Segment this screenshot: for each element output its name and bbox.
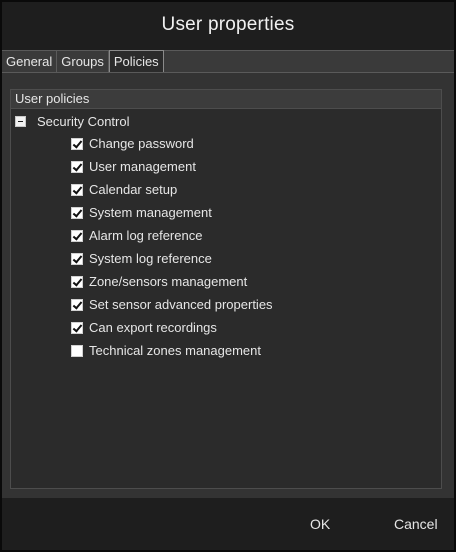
checkbox-checked[interactable] xyxy=(71,321,83,334)
policy-label: User management xyxy=(89,159,196,174)
checkbox-checked[interactable] xyxy=(71,298,83,311)
checkbox-unchecked[interactable] xyxy=(71,344,83,357)
tab-groups[interactable]: Groups xyxy=(57,51,109,73)
policy-item[interactable]: Can export recordings xyxy=(71,316,273,339)
policy-item[interactable]: Set sensor advanced properties xyxy=(71,293,273,316)
tab-general[interactable]: General xyxy=(2,51,58,73)
checkbox-checked[interactable] xyxy=(71,252,83,265)
policy-label: Technical zones management xyxy=(89,343,261,358)
checkbox-checked[interactable] xyxy=(71,206,83,219)
policy-label: System log reference xyxy=(89,251,212,266)
policy-item[interactable]: System management xyxy=(71,201,273,224)
policy-label: Calendar setup xyxy=(89,182,178,197)
title-bar: User properties xyxy=(2,2,454,48)
policy-item[interactable]: Change password xyxy=(71,132,273,155)
policy-item[interactable]: Calendar setup xyxy=(71,178,273,201)
panel-header: User policies xyxy=(11,90,441,109)
policy-label: Can export recordings xyxy=(89,320,217,335)
dialog-footer: OK Cancel xyxy=(2,498,454,550)
policy-item[interactable]: System log reference xyxy=(71,247,273,270)
checkbox-checked[interactable] xyxy=(71,137,83,150)
tree-node-security-control[interactable]: Security Control xyxy=(15,112,129,130)
policy-label: System management xyxy=(89,205,212,220)
policy-label: Zone/sensors management xyxy=(89,274,248,289)
cancel-button[interactable]: Cancel xyxy=(394,516,438,532)
user-policies-panel: User policies Security Control Change pa… xyxy=(10,89,442,489)
checkbox-checked[interactable] xyxy=(71,229,83,242)
policy-label: Set sensor advanced properties xyxy=(89,297,273,312)
collapse-icon[interactable] xyxy=(15,115,26,127)
checkbox-checked[interactable] xyxy=(71,160,83,173)
policy-list: Change password User management Calendar… xyxy=(71,132,273,362)
dialog-title: User properties xyxy=(161,14,295,35)
ok-button[interactable]: OK xyxy=(310,516,330,532)
tab-strip: General Groups Policies xyxy=(2,50,454,73)
tab-policies[interactable]: Policies xyxy=(108,50,164,73)
policy-item[interactable]: Zone/sensors management xyxy=(71,270,273,293)
policy-item[interactable]: Alarm log reference xyxy=(71,224,273,247)
tab-content: User policies Security Control Change pa… xyxy=(2,73,454,498)
policy-item[interactable]: Technical zones management xyxy=(71,339,273,362)
tree-node-label: Security Control xyxy=(37,113,130,129)
policy-label: Change password xyxy=(89,136,194,151)
checkbox-checked[interactable] xyxy=(71,183,83,196)
user-properties-dialog: User properties General Groups Policies … xyxy=(0,0,456,552)
policy-item[interactable]: User management xyxy=(71,155,273,178)
checkbox-checked[interactable] xyxy=(71,275,83,288)
policy-label: Alarm log reference xyxy=(89,228,203,243)
